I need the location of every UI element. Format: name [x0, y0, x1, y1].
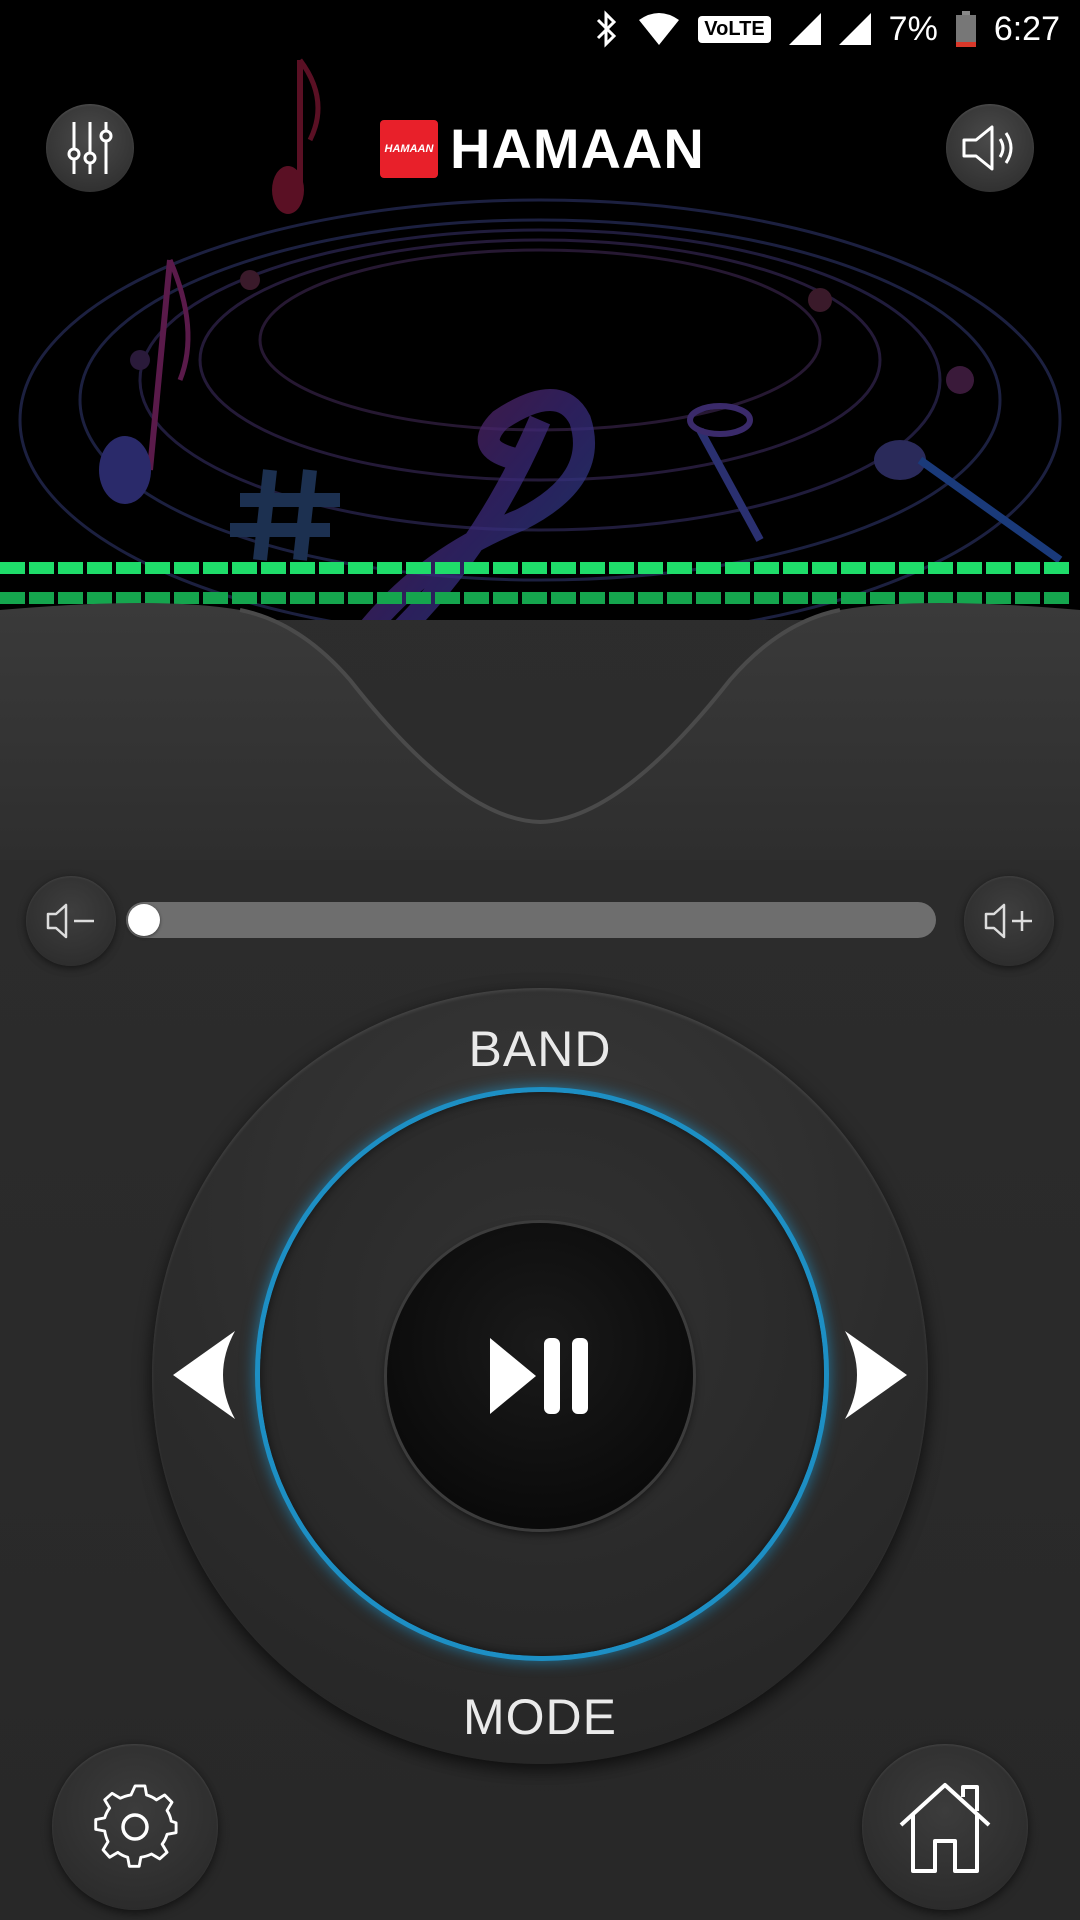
- wifi-icon: [638, 12, 680, 46]
- battery-percent: 7%: [888, 9, 938, 48]
- mode-button[interactable]: MODE: [152, 1688, 928, 1746]
- signal-icon: [788, 13, 821, 45]
- brand-name: HAMAAN: [450, 117, 705, 180]
- brand: HAMAAN HAMAAN: [380, 116, 705, 181]
- volume-down-icon: [46, 903, 94, 939]
- equalizer-icon: [67, 122, 113, 174]
- battery-icon: [955, 11, 976, 47]
- volte-badge: VoLTE: [698, 15, 771, 43]
- settings-button[interactable]: [52, 1744, 218, 1910]
- bluetooth-icon: [594, 10, 620, 48]
- status-bar: VoLTE 7% 6:27: [0, 0, 1080, 58]
- home-icon: [899, 1783, 991, 1873]
- previous-button[interactable]: [166, 1320, 246, 1430]
- next-button[interactable]: [834, 1320, 914, 1430]
- app-header: HAMAAN HAMAAN: [0, 100, 1080, 196]
- visualizer-area: [0, 0, 1080, 620]
- speaker-button[interactable]: [946, 104, 1034, 192]
- app-screen: VoLTE 7% 6:27 HAMAAN HAMAAN BAND MODE: [0, 0, 1080, 1920]
- speaker-icon: [962, 125, 1013, 171]
- band-button[interactable]: BAND: [152, 1020, 928, 1078]
- volume-up-button[interactable]: [964, 876, 1054, 966]
- clock: 6:27: [993, 9, 1060, 48]
- play-pause-button[interactable]: [387, 1223, 693, 1529]
- panel-curve: [0, 603, 1080, 860]
- settings-icon: [94, 1784, 178, 1868]
- volume-up-icon: [984, 903, 1032, 939]
- brand-logo: HAMAAN: [380, 119, 438, 178]
- home-button[interactable]: [862, 1744, 1028, 1910]
- next-icon: [845, 1331, 907, 1419]
- control-wheel: BAND MODE: [152, 988, 928, 1764]
- signal-icon: [838, 13, 871, 45]
- volume-slider-thumb[interactable]: [128, 904, 160, 936]
- volume-down-button[interactable]: [26, 876, 116, 966]
- equalizer-button[interactable]: [46, 104, 134, 192]
- music-notes-background: [18, 58, 1063, 620]
- volume-slider[interactable]: [126, 902, 936, 938]
- previous-icon: [173, 1331, 235, 1419]
- play-pause-icon: [490, 1338, 588, 1414]
